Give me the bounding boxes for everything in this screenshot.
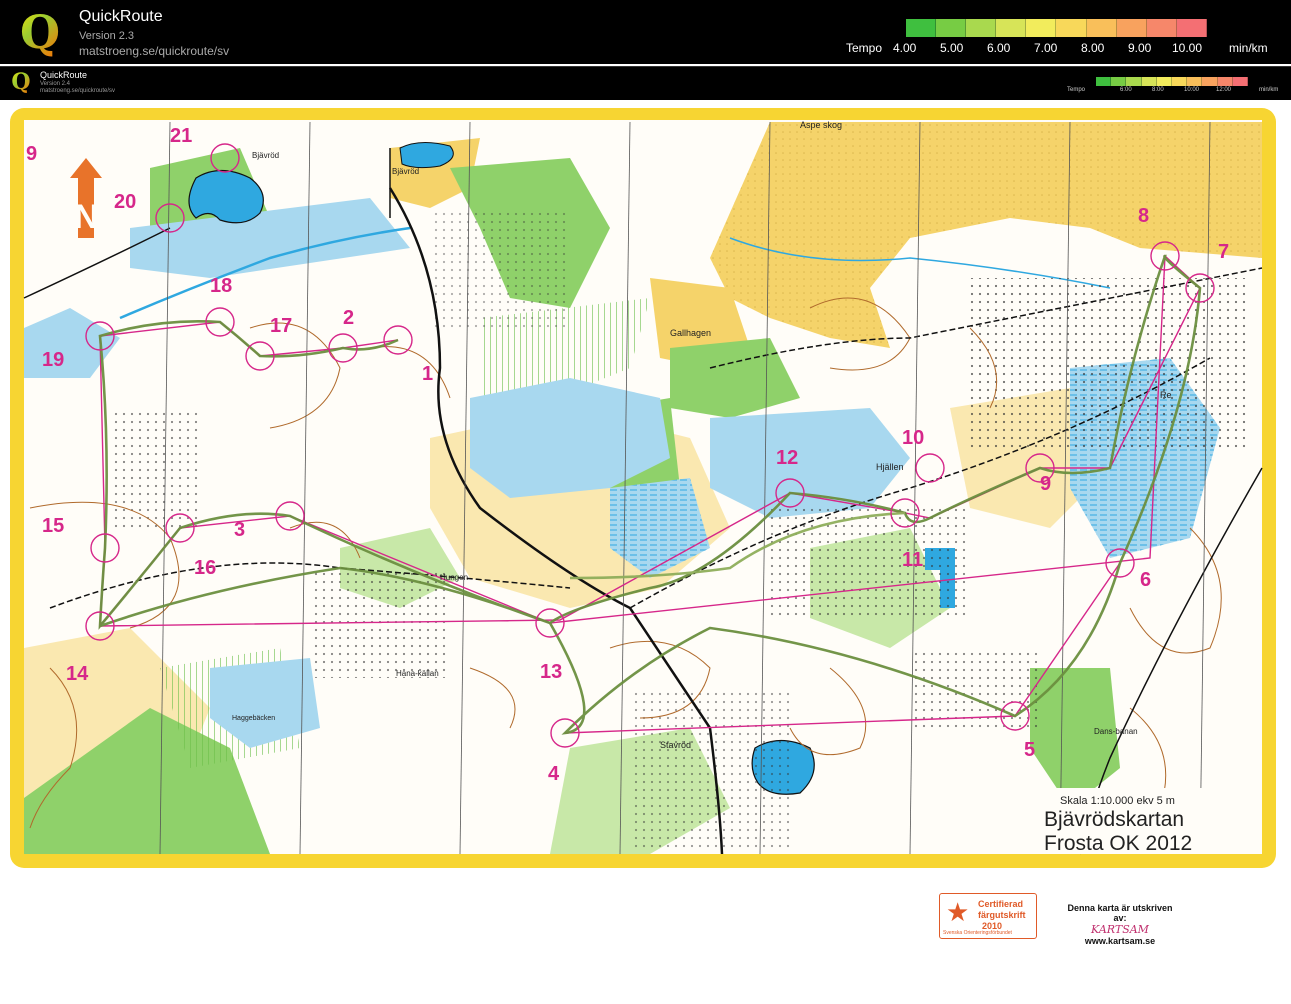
inner-quickroute-logo-icon: Q [11,69,31,95]
tempo-value: 8.00 [1081,41,1105,55]
place-name: Bjävröd [392,167,419,176]
printer-logo: KARTSAM [1091,923,1149,936]
map-title: Bjävrödskartan [1044,808,1184,831]
inner-tempo-value: 8:00 [1152,87,1164,93]
inner-app-url: matstroeng.se/quickroute/sv [40,88,116,94]
control-number: 5 [1024,739,1035,761]
quickroute-header: Q QuickRoute Version 2.3 matstroeng.se/q… [0,0,1291,64]
tempo-scale-segment [1116,19,1147,37]
printer-url[interactable]: www.kartsam.se [1060,936,1180,946]
tempo-scale-segment [1146,19,1177,37]
inner-tempo-value: 10:00 [1184,87,1200,93]
control-number: 21 [170,125,192,147]
tempo-scale-segment [1126,77,1142,86]
tempo-scale-segment [1086,19,1117,37]
control-number: 15 [42,515,64,537]
control-number: 6 [1140,569,1151,591]
control-number: 16 [194,557,216,579]
map-scale: Skala 1:10.000 ekv 5 m [1060,795,1175,807]
place-name: Aspe skog [800,120,842,130]
control-number: 1 [422,363,433,385]
inner-tempo-unit: min/km [1259,87,1279,93]
control-number: 19 [42,349,64,371]
inner-app-version: Version 2.4 [40,81,71,87]
place-name: Hungen [440,573,468,582]
tempo-scale-segment [1172,77,1188,86]
tempo-scale-segment [936,19,967,37]
certified-print-icon: ★ [946,898,970,928]
tempo-scale-segment [1141,77,1157,86]
tempo-scale-segment [1202,77,1218,86]
app-url: matstroeng.se/quickroute/sv [79,44,230,58]
app-name: QuickRoute [79,8,163,25]
tempo-label: Tempo [846,41,883,55]
tempo-scale-segment [1156,77,1173,86]
tempo-scale-segment [1176,19,1207,37]
place-name: Hjällen [876,462,904,472]
tempo-scale-segment [1056,19,1087,37]
tempo-scale-segment [1026,19,1057,37]
place-name: Haggebäcken [232,715,275,722]
tempo-scale-segment [996,19,1027,37]
control-number: 8 [1138,205,1149,227]
place-name: Gallhagen [670,328,711,338]
inner-tempo-color-scale [1096,77,1249,86]
control-number: 9 [1040,473,1051,495]
control-number: 11 [902,549,923,571]
inner-quickroute-header: Q QuickRoute Version 2.4 matstroeng.se/q… [0,66,1291,100]
control-number: 13 [540,661,562,683]
cert-org: Svenska Orienteringsförbundet [943,930,1012,936]
cert-line2: färgutskrift [978,910,1026,920]
inner-tempo-value: 12:00 [1216,87,1232,93]
control-number: 14 [66,663,89,685]
control-number: 20 [114,191,136,213]
svg-text:N: N [74,198,99,236]
tempo-color-scale [906,19,1207,37]
control-number: 2 [343,307,354,329]
control-number: 7 [1218,241,1229,263]
place-name: Stavröd [660,740,691,750]
tempo-scale-segment [1111,77,1127,86]
tempo-scale-segment [1096,77,1112,86]
place-name: Bjävröd [252,151,279,160]
inner-app-name: QuickRoute [40,70,88,80]
control-number: 3 [234,519,245,541]
control-number: 12 [776,447,798,469]
tempo-unit: min/km [1229,41,1268,55]
printed-by: Denna karta är utskriven av: KARTSAM www… [1060,903,1180,946]
tempo-scale-segment [1187,77,1203,86]
inner-tempo-label: Tempo [1067,87,1086,93]
app-version: Version 2.3 [79,30,135,42]
map-club-year: Frosta OK 2012 [1044,832,1192,855]
tempo-value: 4.00 [893,41,917,55]
control-number: 9 [26,143,37,165]
tempo-scale-segment [1217,77,1233,86]
quickroute-logo-icon: Q [19,5,61,59]
control-number: 10 [902,427,924,449]
tempo-value: 9.00 [1128,41,1152,55]
place-name: Dans-banan [1094,727,1138,736]
tempo-scale-segment [1232,77,1249,86]
control-number: 17 [270,315,292,337]
printed-by-label: Denna karta är utskriven av: [1067,903,1173,923]
tempo-scale-segment [966,19,997,37]
tempo-scale-segment [906,19,937,37]
certified-print-badge: ★ Certifierad färgutskrift 2010 Svenska … [939,893,1037,939]
place-name: Re [1160,390,1172,400]
control-number: 4 [548,763,560,785]
tempo-value: 7.00 [1034,41,1058,55]
tempo-value: 6.00 [987,41,1011,55]
place-name: Hana-källan [396,669,439,678]
inner-tempo-value: 6:00 [1120,87,1132,93]
tempo-value: 5.00 [940,41,964,55]
orienteering-map[interactable]: 1 2 3 4 5 6 7 8 9 10 11 12 13 14 15 16 1… [10,108,1276,870]
tempo-value: 10.00 [1172,41,1203,55]
control-number: 18 [210,275,232,297]
cert-line1: Certifierad [978,899,1024,909]
